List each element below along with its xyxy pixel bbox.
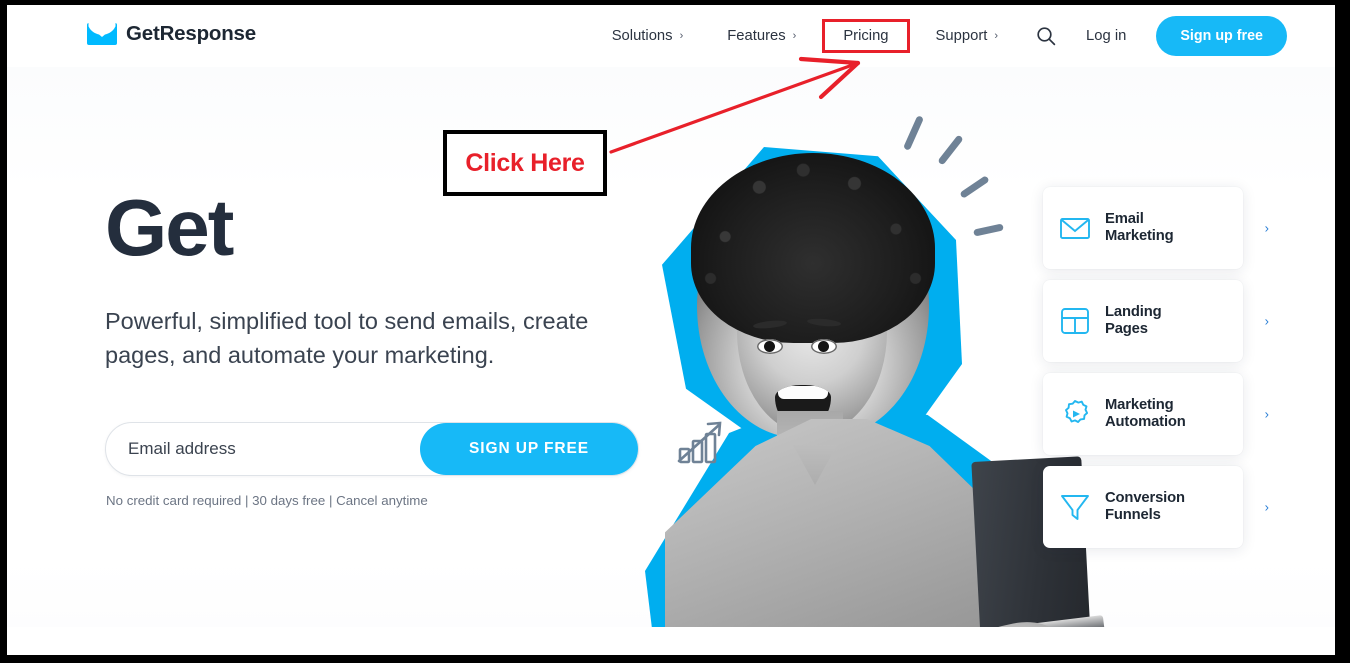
email-input[interactable] [106,439,420,459]
envelope-outline-icon [1058,211,1092,245]
feature-label-line1: Conversion [1105,489,1185,506]
person-teeth [778,386,828,399]
logo-text: GetResponse [126,22,256,45]
feature-label-line2: Automation [1105,414,1186,430]
feature-card-landing-pages[interactable]: Landing Pages › [1043,280,1269,362]
signup-free-button[interactable]: Sign up free [1156,16,1287,56]
login-link[interactable]: Log in [1066,20,1146,52]
person-eye-right [811,339,837,354]
layout-grid-icon [1058,304,1092,338]
site-logo[interactable]: GetResponse [87,22,256,46]
email-signup-form: SIGN UP FREE [105,422,639,476]
decorative-dash-icon [973,223,1004,237]
nav-item-pricing[interactable]: Pricing [822,19,910,53]
funnel-icon [1058,490,1092,524]
feature-card-label: Marketing Automation [1105,397,1186,432]
feature-label-line1: Landing [1105,303,1162,320]
feature-card-label: Landing Pages [1105,303,1162,339]
chevron-right-icon: › [994,30,999,42]
feature-label-line1: Email [1105,210,1144,227]
decorative-dash-icon [937,134,964,166]
chevron-right-icon[interactable]: › [1265,500,1269,515]
nav-label: Support [935,28,988,44]
main-navigation: Solutions › Features › Pricing Support › [590,5,1287,67]
page-viewport: GetResponse Solutions › Features › Prici… [7,5,1335,655]
site-header: GetResponse Solutions › Features › Prici… [7,5,1335,67]
nav-item-features[interactable]: Features › [705,20,818,52]
browser-window-frame: GetResponse Solutions › Features › Prici… [0,0,1350,663]
signup-disclaimer: No credit card required | 30 days free |… [106,493,428,508]
sign-up-free-submit-button[interactable]: SIGN UP FREE [420,423,638,475]
feature-card-list: Email Marketing › Landing Pages › Market… [1043,187,1269,548]
hero-subtitle: Powerful, simplified tool to send emails… [105,308,589,368]
feature-card-label: Conversion Funnels [1105,490,1185,525]
bar-chart-arrow-icon [675,415,733,467]
hero-section: Get Powerful, simplified tool to send em… [7,67,1335,627]
feature-label-line2: Pages [1105,321,1148,337]
person-eye-left [757,339,783,354]
nav-item-solutions[interactable]: Solutions › [590,20,706,52]
feature-label-line2: Funnels [1105,507,1161,523]
chevron-right-icon: › [792,30,797,42]
chevron-right-icon[interactable]: › [1265,314,1269,329]
chevron-right-icon: › [679,30,684,42]
feature-label-line1: Marketing [1105,396,1174,413]
feature-card-conversion-funnels[interactable]: Conversion Funnels › [1043,466,1269,548]
chevron-right-icon[interactable]: › [1265,221,1269,236]
search-icon[interactable] [1026,16,1066,56]
nav-item-support[interactable]: Support › [914,20,1021,52]
feature-card-email-marketing[interactable]: Email Marketing › [1043,187,1269,269]
nav-label: Features [727,28,786,44]
person-hair-texture [691,153,935,343]
nav-label: Pricing [843,28,889,44]
gear-play-icon [1058,397,1092,431]
feature-card-marketing-automation[interactable]: Marketing Automation › [1043,373,1269,455]
feature-label-line2: Marketing [1105,228,1174,244]
nav-label: Solutions [611,28,673,44]
decorative-dash-icon [959,175,990,199]
page-title: Get [105,183,234,272]
feature-card-label: Email Marketing [1105,211,1174,246]
chevron-right-icon[interactable]: › [1265,407,1269,422]
decorative-dash-icon [902,115,925,151]
hero-copy: Get Powerful, simplified tool to send em… [105,183,665,372]
envelope-icon [87,23,117,45]
